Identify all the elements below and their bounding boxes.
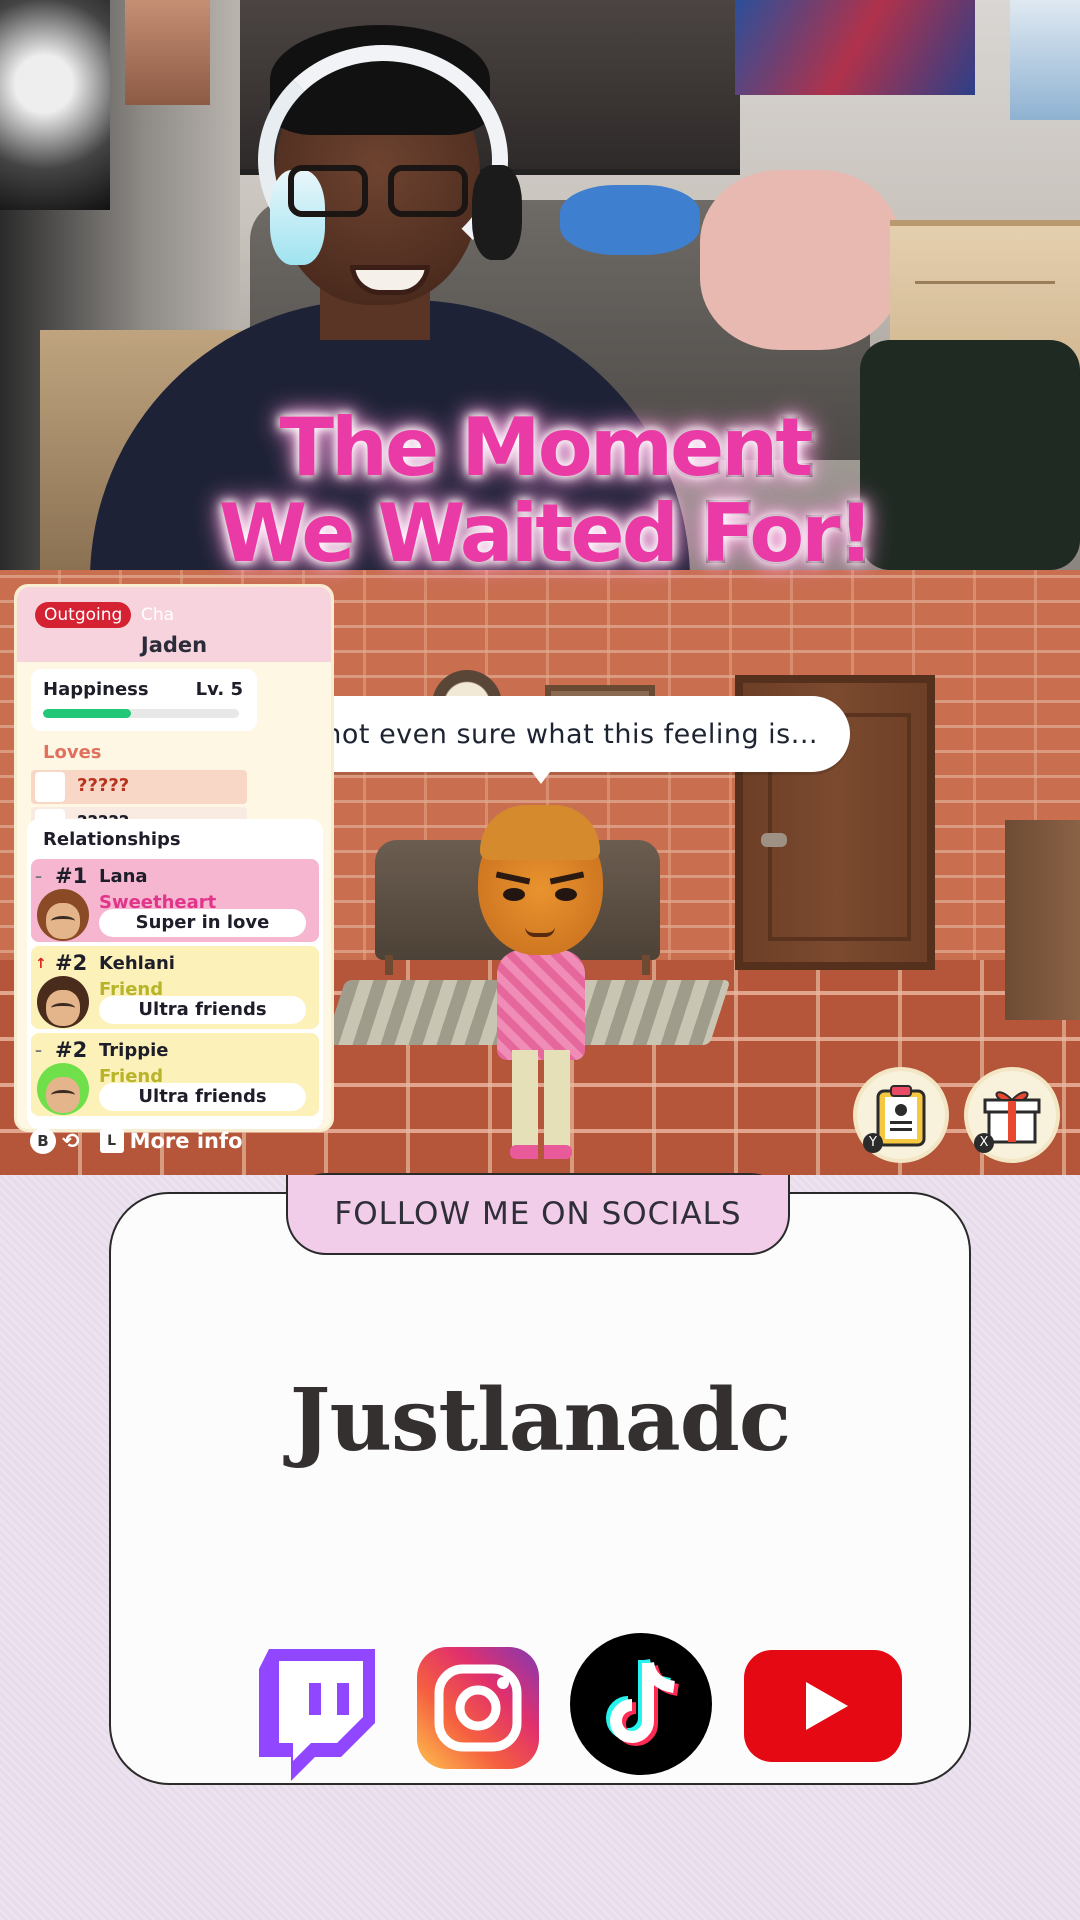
blanket xyxy=(700,170,900,350)
trend-icon: – xyxy=(35,1043,42,1059)
mii-body xyxy=(497,950,585,1060)
love-item-label: ????? xyxy=(77,775,130,796)
more-info-label[interactable]: More info xyxy=(130,1129,243,1153)
mii-info-panel: Outgoing Cha Jaden Happiness Lv. 5 Loves… xyxy=(14,584,334,1132)
game-screen: I'm not even sure what this feeling is..… xyxy=(0,570,1080,1175)
mii-eye xyxy=(555,888,577,901)
shelf xyxy=(1005,820,1080,1020)
relationship-rank: #2 xyxy=(55,951,88,975)
l-button-icon[interactable]: L xyxy=(99,1129,124,1153)
poster xyxy=(0,0,110,210)
relationship-rank: #2 xyxy=(55,1038,88,1062)
happiness-bar xyxy=(43,709,239,718)
trend-icon: – xyxy=(35,869,42,885)
socials-section: FOLLOW ME ON SOCIALS Justlanadc xyxy=(0,1173,1080,1920)
b-button-icon[interactable]: B xyxy=(30,1128,56,1154)
happiness-box: Happiness Lv. 5 xyxy=(31,669,257,731)
relationship-rank: #1 xyxy=(55,864,88,888)
love-item-icon xyxy=(35,772,65,802)
relationships-box: Relationships – #1 Lana Sweetheart Super… xyxy=(27,819,323,1129)
relationship-name: Lana xyxy=(99,866,148,887)
relationship-status: Ultra friends xyxy=(99,1083,306,1111)
poster xyxy=(125,0,210,105)
title-line-1: The Moment xyxy=(277,401,815,494)
happiness-label: Happiness xyxy=(43,679,149,700)
y-button-icon: Y xyxy=(863,1133,883,1153)
title-line-2: We Waited For! xyxy=(217,487,876,580)
relationship-card[interactable]: – #2 Trippie Friend Ultra friends xyxy=(31,1033,319,1116)
mii-legs xyxy=(512,1050,570,1150)
plush-toy xyxy=(560,185,700,255)
x-button-icon: X xyxy=(974,1133,994,1153)
personality-tag: Outgoing xyxy=(35,602,132,628)
tiktok-icon[interactable] xyxy=(570,1633,712,1775)
trend-up-icon: ↑ xyxy=(35,956,47,972)
mii-eye xyxy=(503,888,525,901)
mii-name: Jaden xyxy=(140,633,208,657)
personality-tag-secondary: Cha xyxy=(141,605,175,625)
loves-label: Loves xyxy=(43,742,102,763)
headphone-cup xyxy=(472,165,522,260)
love-item: ????? xyxy=(31,770,247,804)
twitch-icon[interactable] xyxy=(257,1647,377,1787)
relationship-status: Super in love xyxy=(99,909,306,937)
back-arrow-icon[interactable]: ⟲ xyxy=(62,1129,80,1153)
relationship-name: Trippie xyxy=(99,1040,169,1061)
mii-shoes xyxy=(510,1145,572,1159)
glasses xyxy=(288,165,478,220)
mii-avatar xyxy=(37,1063,89,1115)
happiness-bar-fill xyxy=(43,709,132,718)
mii-avatar xyxy=(37,976,89,1028)
clipboard-button[interactable]: Y xyxy=(853,1067,949,1163)
happiness-level: Lv. 5 xyxy=(195,679,243,700)
controller-hints: B ⟲ L More info xyxy=(30,1126,243,1156)
relationship-status: Ultra friends xyxy=(99,996,306,1024)
relationship-card[interactable]: ↑ #2 Kehlani Friend Ultra friends xyxy=(31,946,319,1029)
follow-label: FOLLOW ME ON SOCIALS xyxy=(286,1175,790,1255)
relationship-name: Kehlani xyxy=(99,953,175,974)
clipboard-icon xyxy=(876,1085,926,1147)
gift-button[interactable]: X xyxy=(964,1067,1060,1163)
social-handle: Justlanadc xyxy=(289,1370,792,1471)
relationship-card[interactable]: – #1 Lana Sweetheart Super in love xyxy=(31,859,319,942)
video-title-overlay: The Moment We Waited For! xyxy=(150,401,940,580)
poster xyxy=(1010,0,1080,120)
youtube-icon[interactable] xyxy=(744,1650,902,1762)
relationships-label: Relationships xyxy=(43,829,181,850)
mii-avatar xyxy=(37,889,89,941)
instagram-icon[interactable] xyxy=(417,1647,539,1769)
poster xyxy=(735,0,975,95)
